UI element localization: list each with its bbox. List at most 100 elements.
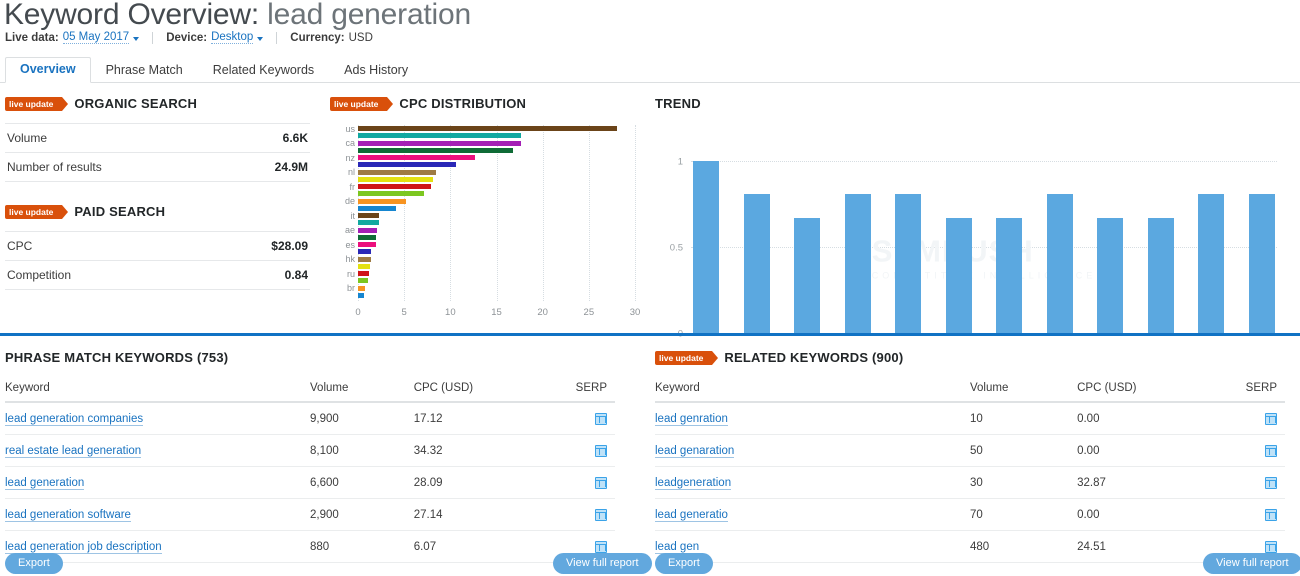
cpc-country-label: it [350, 210, 356, 221]
cpc-country-label: br [346, 283, 355, 294]
volume-cell: 6,600 [310, 466, 414, 500]
trend-bar [1198, 193, 1225, 333]
currency-label: Currency: [290, 31, 345, 44]
cpc-bar [358, 176, 433, 182]
keyword-link[interactable]: lead generation companies [5, 413, 144, 427]
volume-cell: 2,900 [310, 498, 414, 532]
cpc-country-label: us [345, 123, 355, 134]
trend-chart-bars [691, 161, 1277, 333]
cpc-bar-row [358, 292, 635, 299]
cpc-chart-bars: us ca nz nl fr de it ae es hk ru br [345, 124, 635, 301]
tab-related-keywords[interactable]: Related Keywords [198, 58, 329, 83]
serp-icon[interactable] [595, 413, 607, 425]
trend-bar [1097, 217, 1124, 333]
cpc-bar-row: it [351, 211, 635, 221]
cpc-bar [358, 191, 425, 197]
view-full-report-button-related[interactable]: View full report [1203, 553, 1300, 574]
gridline [635, 125, 636, 301]
cpc-country-label: hk [345, 254, 355, 265]
serp-icon[interactable] [595, 477, 607, 490]
export-button-phrase-match[interactable]: Export [5, 553, 63, 574]
cpc-distribution-header: live update CPC DISTRIBUTION [330, 96, 635, 111]
keyword-link[interactable]: lead generatio [655, 509, 728, 523]
table-row: Competition 0.84 [5, 261, 310, 290]
cpc-bar-row: br [347, 283, 635, 293]
trend-bar [1046, 193, 1073, 333]
cpc-bar-row [358, 161, 635, 168]
trend-bar [743, 193, 770, 333]
keyword-cell: lead generatio [655, 498, 970, 532]
cpc-bar-row: ca [345, 138, 635, 148]
keyword-link[interactable]: lead generation [5, 477, 85, 491]
cpc-bar-row [358, 147, 635, 154]
trend-bar [945, 217, 972, 333]
serp-icon[interactable] [1265, 413, 1277, 425]
serp-icon[interactable] [595, 509, 607, 522]
cpc-country-label: es [345, 239, 355, 250]
keyword-link[interactable]: lead generation software [5, 509, 131, 523]
live-data-meta: Live data: 05 May 2017 [5, 31, 140, 44]
x-axis-tick-label: 0 [355, 307, 361, 318]
paid-search-title: PAID SEARCH [74, 204, 166, 219]
live-data-value-link[interactable]: 05 May 2017 [62, 31, 130, 44]
tab-overview[interactable]: Overview [5, 57, 91, 83]
cpc-bar [358, 147, 514, 153]
cpc-bar-row: hk [345, 254, 635, 264]
keyword-cell: real estate lead generation [5, 434, 311, 468]
serp-cell [1209, 498, 1285, 532]
keyword-cell: lead generation [5, 466, 311, 500]
cpc-distribution-panel: live update CPC DISTRIBUTION us ca nz nl fr d… [330, 96, 640, 325]
serp-icon[interactable] [595, 445, 607, 458]
column-header-cpc: CPC (USD) [1077, 379, 1210, 403]
cpc-cell: 6.07 [413, 530, 542, 564]
cpc-country-label: de [344, 196, 355, 207]
device-value-link[interactable]: Desktop [211, 31, 254, 44]
cpc-bar [358, 263, 370, 269]
cpc-bar-row: de [345, 196, 635, 206]
organic-metrics-table: Volume 6.6K Number of results 24.9M [5, 123, 310, 182]
keyword-cell: lead genaration [655, 434, 970, 468]
metric-label: CPC [7, 239, 33, 253]
cpc-bar [358, 140, 521, 146]
serp-icon[interactable] [1265, 541, 1277, 554]
keyword-link[interactable]: real estate lead generation [5, 445, 142, 459]
currency-meta: Currency: USD [290, 32, 373, 44]
table-row: real estate lead generation 8,100 34.32 [5, 434, 615, 468]
device-label: Device: [166, 31, 208, 44]
cpc-bar-row: ru [347, 269, 635, 279]
export-button-related[interactable]: Export [655, 553, 713, 574]
view-full-report-button-phrase[interactable]: View full report [553, 553, 652, 574]
serp-cell [541, 402, 615, 436]
trend-bar [1147, 217, 1174, 333]
volume-cell: 9,900 [310, 402, 414, 436]
trend-bar [996, 217, 1023, 333]
cpc-bar-row: nl [348, 167, 635, 177]
cpc-bar [358, 162, 456, 168]
organic-search-header: live update ORGANIC SEARCH [5, 96, 310, 111]
cpc-bar-row [358, 190, 635, 197]
serp-icon[interactable] [595, 541, 607, 554]
serp-icon[interactable] [1265, 509, 1277, 522]
page-title: Keyword Overview: lead generation [4, 0, 471, 32]
tab-phrase-match[interactable]: Phrase Match [91, 58, 198, 83]
keyword-link[interactable]: leadgeneration [655, 477, 732, 491]
cpc-bar-row [358, 263, 635, 270]
cpc-cell: 27.14 [413, 498, 542, 532]
column-header-keyword: Keyword [655, 379, 970, 403]
keyword-link[interactable]: lead genration [655, 413, 728, 427]
currency-value: USD [348, 31, 373, 44]
serp-icon[interactable] [1265, 445, 1277, 458]
column-header-serp: SERP [1209, 379, 1285, 403]
cpc-bar [358, 271, 370, 277]
table-row: lead gen 480 24.51 [655, 530, 1285, 564]
cpc-country-label: nl [347, 167, 355, 178]
cpc-bar [358, 256, 371, 262]
volume-cell: 70 [970, 498, 1078, 532]
serp-icon[interactable] [1265, 477, 1277, 490]
keyword-link[interactable]: lead genaration [655, 445, 735, 459]
cpc-bar-row: es [345, 240, 635, 250]
cpc-cell: 0.00 [1077, 402, 1210, 436]
chevron-down-icon[interactable] [257, 36, 264, 41]
tab-ads-history[interactable]: Ads History [329, 58, 423, 83]
chevron-down-icon[interactable] [133, 36, 140, 41]
